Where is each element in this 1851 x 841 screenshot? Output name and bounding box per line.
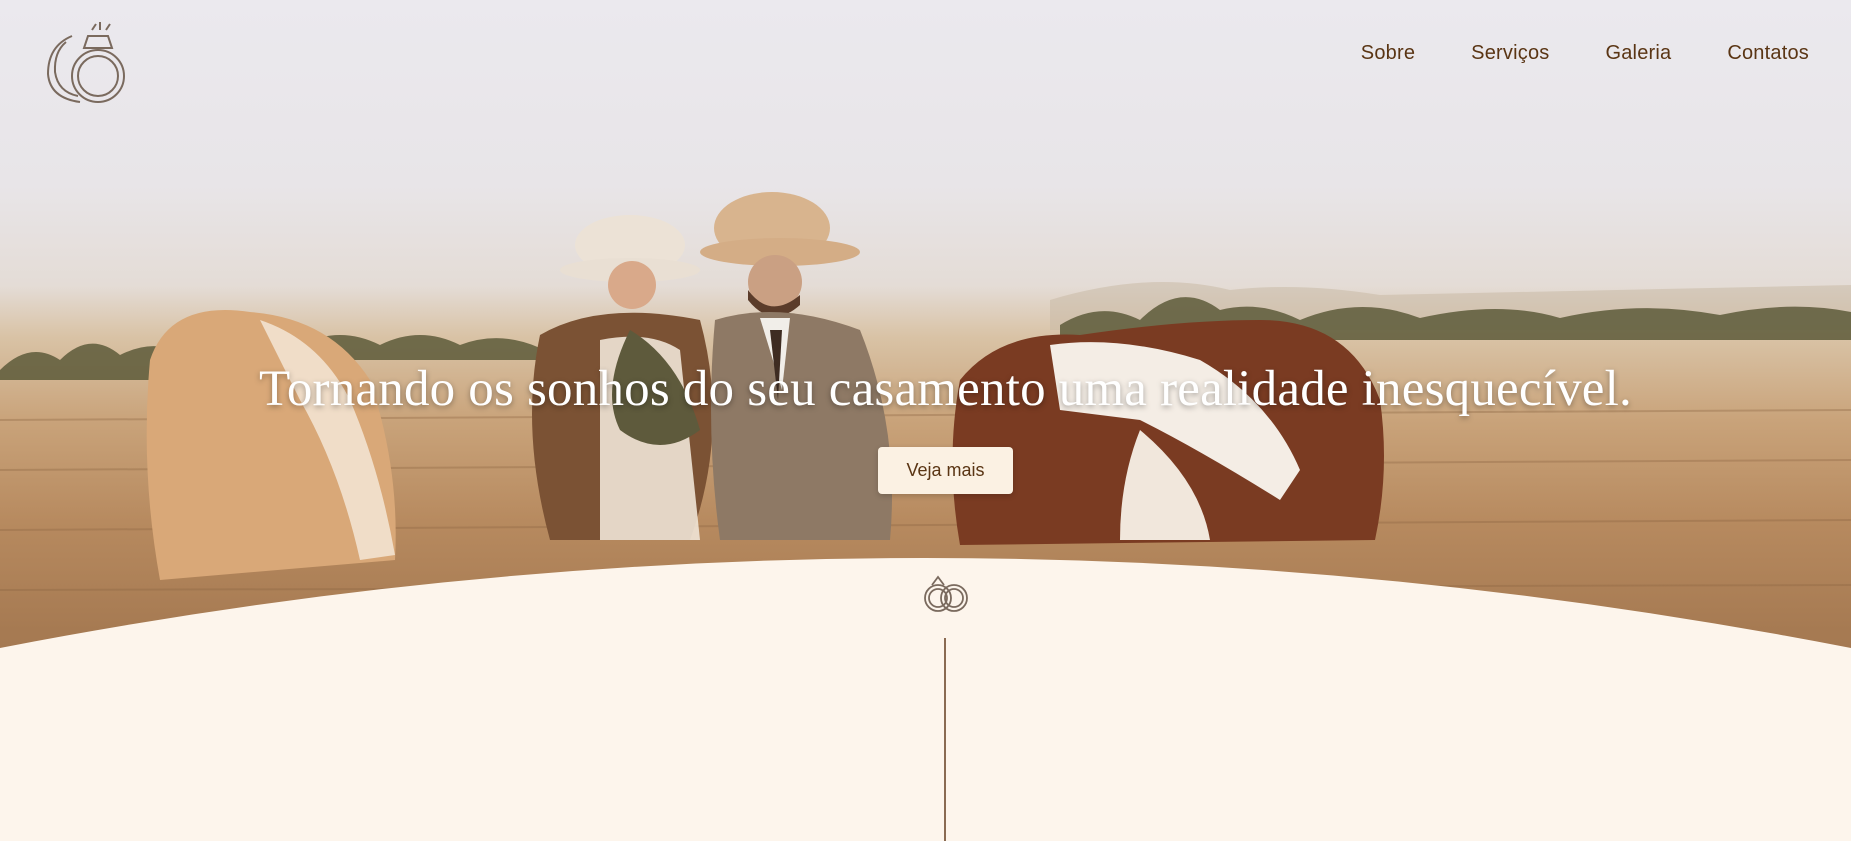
nav-link-galeria[interactable]: Galeria [1605,42,1671,65]
nav-link-sobre[interactable]: Sobre [1361,42,1415,65]
hero-headline: Tornando os sonhos do seu casamento uma … [259,361,1632,417]
vertical-divider [944,638,946,841]
nav-link-servicos[interactable]: Serviços [1471,42,1549,65]
hero-section: Sobre Serviços Galeria Contatos Tornando… [0,0,1851,841]
see-more-button[interactable]: Veja mais [878,447,1013,494]
horseshoe-ring-icon[interactable] [40,16,136,108]
nav-link-contatos[interactable]: Contatos [1727,42,1809,65]
wedding-rings-icon [924,575,968,612]
main-nav: Sobre Serviços Galeria Contatos [1361,42,1809,65]
